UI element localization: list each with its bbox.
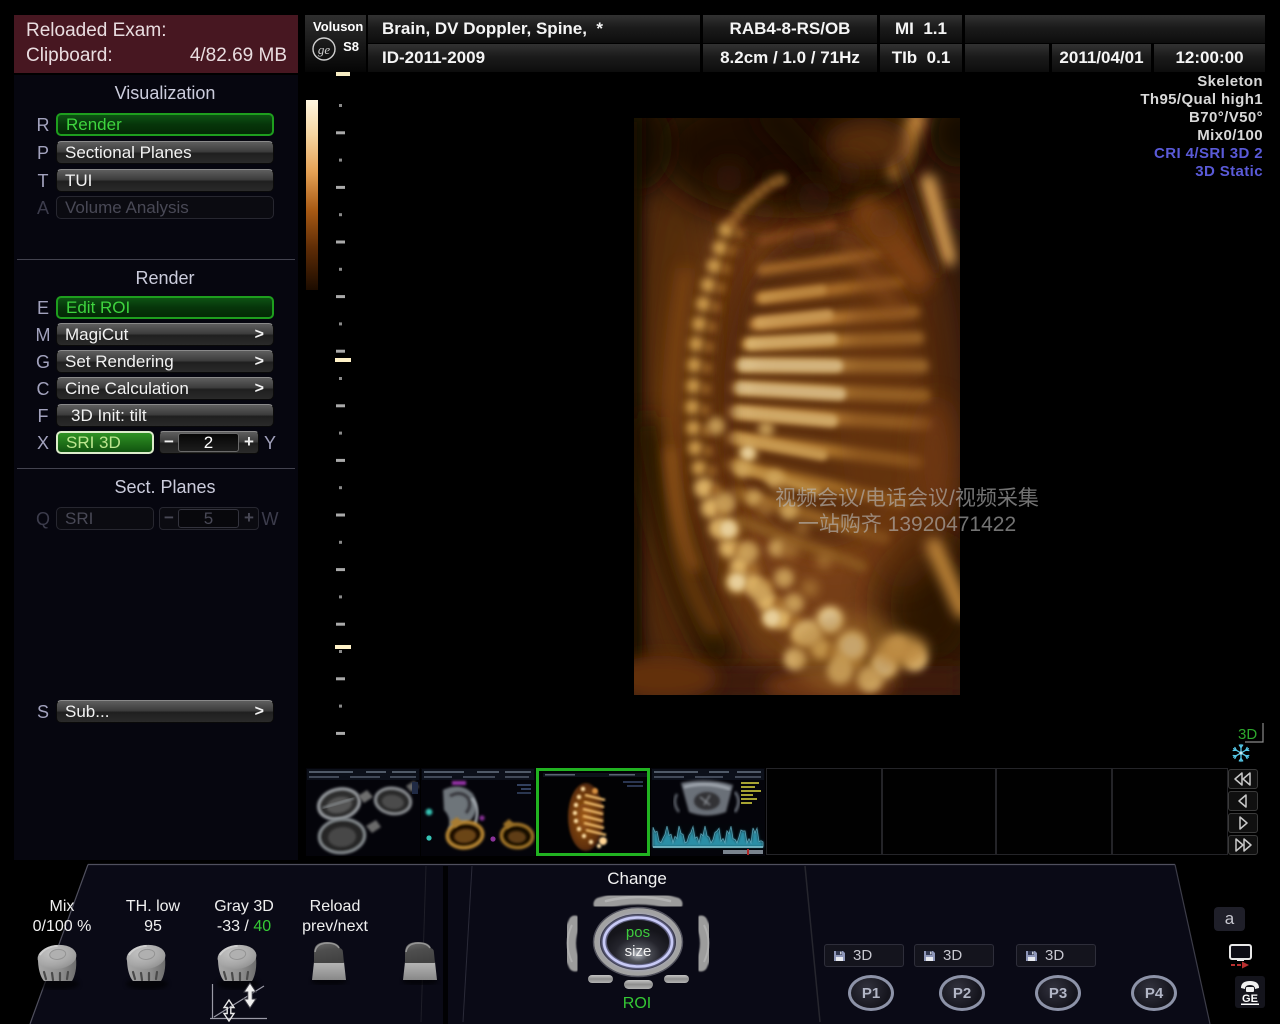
svg-text:size: size xyxy=(625,943,652,960)
svg-text:ge: ge xyxy=(318,42,331,57)
svg-text:pos: pos xyxy=(626,924,650,941)
svg-text:GE: GE xyxy=(1242,993,1258,1005)
